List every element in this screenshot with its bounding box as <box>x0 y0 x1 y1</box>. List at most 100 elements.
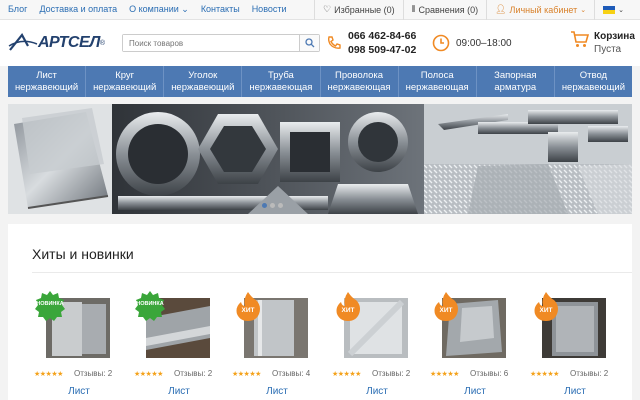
nav-item-label: Полоса нержавеющая <box>405 69 469 93</box>
logo-registered-mark: ® <box>99 39 105 47</box>
phone-number-2[interactable]: 098 509-47-02 <box>348 43 416 57</box>
badge-label: ХИТ <box>439 307 453 314</box>
phone-number-1[interactable]: 066 462-84-66 <box>348 29 416 43</box>
cart-icon <box>571 31 590 47</box>
hit-flame-icon <box>232 290 264 322</box>
top-bar: Блог Доставка и оплата О компании ⌄ Конт… <box>0 0 640 20</box>
rating-stars: ★★★★★ <box>134 371 163 378</box>
badge-label: ХИТ <box>539 307 553 314</box>
link-contacts[interactable]: Контакты <box>201 4 240 15</box>
hit-flame-icon <box>332 290 364 322</box>
slider-dot[interactable] <box>278 203 283 208</box>
logo[interactable]: АРТСЕЛ ® <box>8 32 108 54</box>
hours-text: 09:00–18:00 <box>456 37 512 49</box>
user-icon: 👤︎ <box>495 4 507 14</box>
favorites-label: Избранные (0) <box>334 4 395 15</box>
favorites-link[interactable]: ♡ Избранные (0) <box>314 0 403 20</box>
compare-label: Сравнения (0) <box>418 4 479 15</box>
product-name[interactable]: Лист <box>430 386 520 397</box>
rating-stars: ★★★★★ <box>530 371 559 378</box>
nav-item-wire[interactable]: Проволока нержавеющая <box>321 66 399 97</box>
logo-text: АРТСЕЛ <box>38 34 100 51</box>
nav-item-sheet[interactable]: Лист нержавеющий <box>8 66 87 97</box>
hit-flame-icon <box>530 290 562 322</box>
nav-item-label: Проволока нержавеющая <box>327 69 391 93</box>
search-input[interactable] <box>123 35 299 51</box>
rating-stars: ★★★★★ <box>332 371 361 378</box>
product-card[interactable]: ХИТ ★★★★★ Отзывы: 6 Лист <box>430 290 520 400</box>
phone-icon <box>327 36 341 49</box>
section-divider <box>32 272 632 273</box>
account-link[interactable]: 👤︎ Личный кабинет ⌄ <box>486 0 594 20</box>
nav-item-label: Лист нержавеющий <box>14 69 79 93</box>
slider-dot[interactable] <box>270 203 275 208</box>
slider-dot-active[interactable] <box>262 203 267 208</box>
badge-label: НОВИНКА <box>36 301 64 307</box>
product-card[interactable]: ХИТ ★★★★★ Отзывы: 4 Лист <box>232 290 322 400</box>
heart-icon: ♡ <box>323 4 332 14</box>
category-nav: Лист нержавеющий Круг нержавеющий Уголок не… <box>8 66 632 97</box>
badge-label: НОВИНКА <box>136 301 164 307</box>
compare-link[interactable]: ⫴ Сравнения (0) <box>402 0 486 20</box>
nav-item-pipe[interactable]: Труба нержавеющая <box>242 66 321 97</box>
ukraine-flag-icon <box>603 5 616 14</box>
reviews-count[interactable]: Отзывы: 2 <box>174 369 212 378</box>
chevron-down-icon: ⌄ <box>580 6 587 14</box>
reviews-count[interactable]: Отзывы: 2 <box>372 369 410 378</box>
section-title: Хиты и новинки <box>32 246 134 262</box>
product-name[interactable]: Лист <box>530 386 620 397</box>
reviews-count[interactable]: Отзывы: 6 <box>470 369 508 378</box>
clock-icon <box>432 34 450 52</box>
slider-dots <box>262 203 283 208</box>
link-about[interactable]: О компании ⌄ <box>129 4 189 15</box>
reviews-count[interactable]: Отзывы: 2 <box>570 369 608 378</box>
compare-icon: ⫴ <box>411 4 416 14</box>
nav-item-label: Круг нержавеющий <box>93 69 157 93</box>
link-blog[interactable]: Блог <box>8 4 27 15</box>
top-links: Блог Доставка и оплата О компании ⌄ Конт… <box>8 4 287 15</box>
nav-item-label: Отвод нержавеющий <box>561 69 626 93</box>
link-about-label: О компании <box>129 4 179 14</box>
rating-stars: ★★★★★ <box>430 371 459 378</box>
product-name[interactable]: Лист <box>34 386 124 397</box>
link-news[interactable]: Новости <box>252 4 287 15</box>
site-header: АРТСЕЛ ® 066 462-84-66 098 509-47-02 09:… <box>0 20 640 66</box>
nav-item-angle[interactable]: Уголок нержавеющий <box>164 66 243 97</box>
working-hours: 09:00–18:00 <box>432 34 512 52</box>
nav-item-label: Запорная арматура <box>494 69 537 93</box>
search-icon <box>304 38 314 48</box>
search-button[interactable] <box>299 35 319 51</box>
nav-item-valves[interactable]: Запорная арматура <box>477 66 555 97</box>
reviews-count[interactable]: Отзывы: 2 <box>74 369 112 378</box>
link-delivery[interactable]: Доставка и оплата <box>39 4 117 15</box>
cart[interactable]: Корзина Пуста <box>570 30 635 56</box>
product-card[interactable]: НОВИНКА ★★★★★ Отзывы: 2 Лист <box>134 290 224 400</box>
badge-label: ХИТ <box>341 307 355 314</box>
cart-title: Корзина <box>594 31 635 42</box>
nav-item-elbow[interactable]: Отвод нержавеющий <box>555 66 632 97</box>
search-box <box>122 34 320 52</box>
product-name[interactable]: Лист <box>134 386 224 397</box>
logo-swoosh-icon <box>8 33 38 51</box>
product-name[interactable]: Лист <box>232 386 322 397</box>
hit-flame-icon <box>430 290 462 322</box>
nav-item-label: Уголок нержавеющий <box>171 69 235 93</box>
product-name[interactable]: Лист <box>332 386 422 397</box>
chevron-down-icon: ⌄ <box>618 6 624 14</box>
product-card[interactable]: ХИТ ★★★★★ Отзывы: 2 Лист <box>332 290 422 400</box>
hero-banner[interactable] <box>8 104 632 214</box>
cart-status: Пуста <box>594 44 622 55</box>
reviews-count[interactable]: Отзывы: 4 <box>272 369 310 378</box>
language-selector[interactable]: ⌄ <box>594 0 632 20</box>
phones-block: 066 462-84-66 098 509-47-02 <box>326 29 416 57</box>
chevron-down-icon: ⌄ <box>181 4 189 14</box>
product-card[interactable]: ХИТ ★★★★★ Отзывы: 2 Лист <box>530 290 620 400</box>
nav-item-round-bar[interactable]: Круг нержавеющий <box>86 66 165 97</box>
rating-stars: ★★★★★ <box>232 371 261 378</box>
steel-products-banner-image <box>8 104 632 214</box>
nav-item-label: Труба нержавеющая <box>249 69 313 93</box>
badge-label: ХИТ <box>241 307 255 314</box>
account-label: Личный кабинет <box>509 4 578 15</box>
nav-item-strip[interactable]: Полоса нержавеющая <box>399 66 477 97</box>
product-card[interactable]: НОВИНКА ★★★★★ Отзывы: 2 Лист <box>34 290 124 400</box>
